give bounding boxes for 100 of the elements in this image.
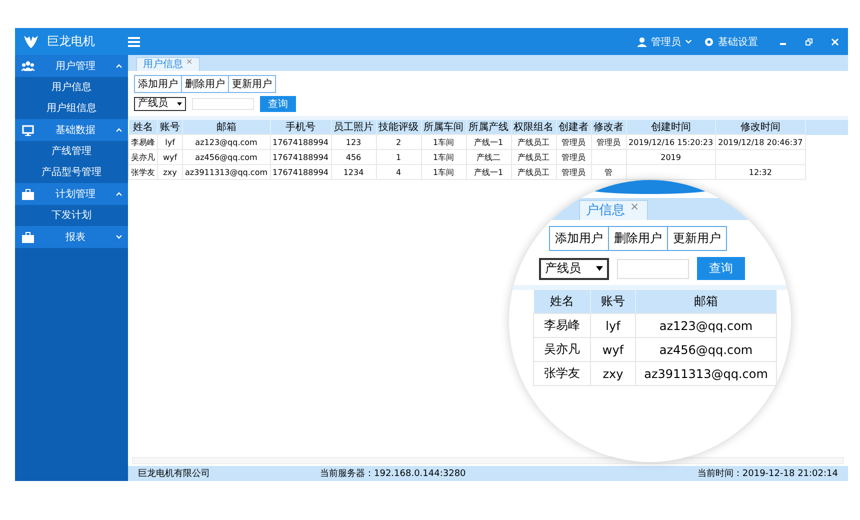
sidebar-item[interactable]: 产品型号管理: [15, 162, 128, 183]
restore-icon[interactable]: [805, 38, 813, 46]
toolbar-button[interactable]: 更新用户: [228, 75, 276, 93]
table-cell: wyf: [162, 152, 178, 162]
table-cell: 1车间: [432, 168, 454, 176]
table-cell: 2019/12/16 15:20:23: [628, 138, 714, 146]
table-cell: 2019: [660, 152, 681, 162]
table-cell: az3911313@qq.com: [185, 168, 268, 176]
column-header: 修改者: [591, 120, 626, 134]
column-header: 手机号: [270, 120, 332, 134]
table-cell: 产线员工: [518, 152, 550, 162]
table-cell: 12:32: [748, 168, 772, 176]
toolbar-button[interactable]: 添加用户: [134, 75, 182, 93]
sidebar-group[interactable]: 用户管理: [15, 55, 128, 77]
table-cell: 1: [396, 152, 402, 162]
search-field[interactable]: [617, 258, 689, 278]
table-cell: 李易峰: [544, 318, 580, 332]
query-button[interactable]: 查询: [697, 257, 745, 280]
toolbar-button[interactable]: 添加用户: [549, 226, 609, 251]
briefcase-icon: [21, 188, 35, 200]
table-cell: 管: [604, 168, 613, 176]
table-cell: lyf: [606, 318, 620, 332]
close-icon[interactable]: [831, 38, 839, 46]
current-time: 当前时间：2019-12-18 21:02:14: [697, 468, 838, 480]
settings-icon: [704, 36, 714, 46]
search-field[interactable]: [192, 98, 254, 110]
table-cell: az456@qq.com: [659, 342, 753, 356]
toolbar-button[interactable]: 删除用户: [608, 226, 668, 251]
column-header: 员工照片: [331, 120, 376, 134]
settings-menu[interactable]: 基础设置: [704, 34, 758, 48]
table-cell: 产线二: [476, 152, 501, 162]
table-cell: 李易峰: [131, 138, 155, 146]
column-header: 技能评级: [376, 120, 422, 134]
scroll-bar[interactable]: [132, 457, 844, 464]
close-tab-icon[interactable]: ×: [630, 201, 640, 212]
table-cell: 4: [396, 168, 402, 176]
caret-icon: [177, 102, 182, 106]
table-cell: az123@qq.com: [195, 138, 258, 146]
role-select[interactable]: 产线员: [539, 258, 609, 280]
query-button[interactable]: 查询: [260, 96, 296, 112]
column-header: 邮箱: [636, 290, 776, 314]
sidebar-item[interactable]: 用户组信息: [15, 98, 128, 119]
table-cell: wyf: [602, 342, 624, 356]
sidebar-group[interactable]: 计划管理: [15, 183, 128, 205]
table-cell: 1234: [343, 168, 364, 176]
table-cell: az456@qq.com: [195, 152, 258, 162]
table-cell: zxy: [163, 168, 177, 176]
table-cell: 管理员: [596, 138, 621, 146]
table-cell: lyf: [165, 138, 175, 146]
sidebar-group[interactable]: 报表: [15, 226, 128, 248]
table-cell: 管理员: [562, 168, 586, 176]
tab[interactable]: 用户信息 ×: [136, 57, 200, 71]
table-cell: az3911313@qq.com: [644, 366, 768, 380]
menu-icon[interactable]: [128, 36, 140, 46]
table-cell: 产线一1: [474, 138, 504, 146]
table-cell: 管理员: [562, 152, 586, 162]
user-menu[interactable]: 管理员: [637, 34, 692, 48]
people-icon: [21, 61, 35, 71]
table-cell: zxy: [602, 366, 624, 380]
table-cell: 产线员工: [518, 138, 550, 146]
table-cell: 17674188994: [272, 152, 329, 162]
toolbar-button[interactable]: 更新用户: [667, 226, 727, 251]
table-cell: 17674188994: [272, 168, 329, 176]
table-cell: 2019/12/18 20:46:37: [718, 138, 803, 146]
company-name: 巨龙电机有限公司: [138, 468, 210, 480]
monitor-icon: [21, 124, 35, 136]
column-header: 创建者: [556, 120, 592, 134]
close-tab-icon[interactable]: ×: [186, 58, 193, 66]
column-header: 创建时间: [626, 120, 716, 134]
sidebar-group[interactable]: 基础数据: [15, 119, 128, 141]
tab[interactable]: 户信息 ×: [579, 200, 648, 220]
table-cell: 吴亦凡: [131, 152, 155, 162]
user-icon: [637, 36, 647, 46]
toolbar-button[interactable]: 删除用户: [181, 75, 229, 93]
table-cell: az123@qq.com: [659, 318, 753, 332]
table-cell: 吴亦凡: [544, 342, 580, 356]
table-cell: 张学友: [544, 366, 580, 380]
briefcase-icon: [21, 232, 35, 242]
role-select[interactable]: 产线员: [134, 97, 186, 111]
sidebar-item[interactable]: 产线管理: [15, 141, 128, 162]
table-cell: 1车间: [432, 152, 454, 162]
table-cell: 17674188994: [272, 138, 329, 146]
table-cell: 产线一1: [474, 168, 504, 176]
sidebar-item[interactable]: 用户信息: [15, 77, 128, 98]
table-cell: 456: [346, 152, 362, 162]
table-cell: 张学友: [131, 168, 155, 176]
column-header: 邮箱: [182, 120, 270, 134]
caret-icon: [596, 266, 603, 271]
table-cell: 1车间: [432, 138, 454, 146]
column-header: 修改时间: [716, 120, 806, 134]
column-header: 姓名: [128, 120, 158, 134]
server-address: 当前服务器：192.168.0.144:3280: [320, 468, 466, 480]
table-cell: 2: [396, 138, 402, 146]
column-header: 账号: [590, 290, 636, 314]
logo-icon: [23, 34, 39, 48]
column-header: 姓名: [534, 290, 590, 314]
sidebar-item[interactable]: 下发计划: [15, 205, 128, 226]
caret-icon: [685, 39, 692, 44]
table-cell: 管理员: [562, 138, 586, 146]
table-cell: 123: [346, 138, 362, 146]
